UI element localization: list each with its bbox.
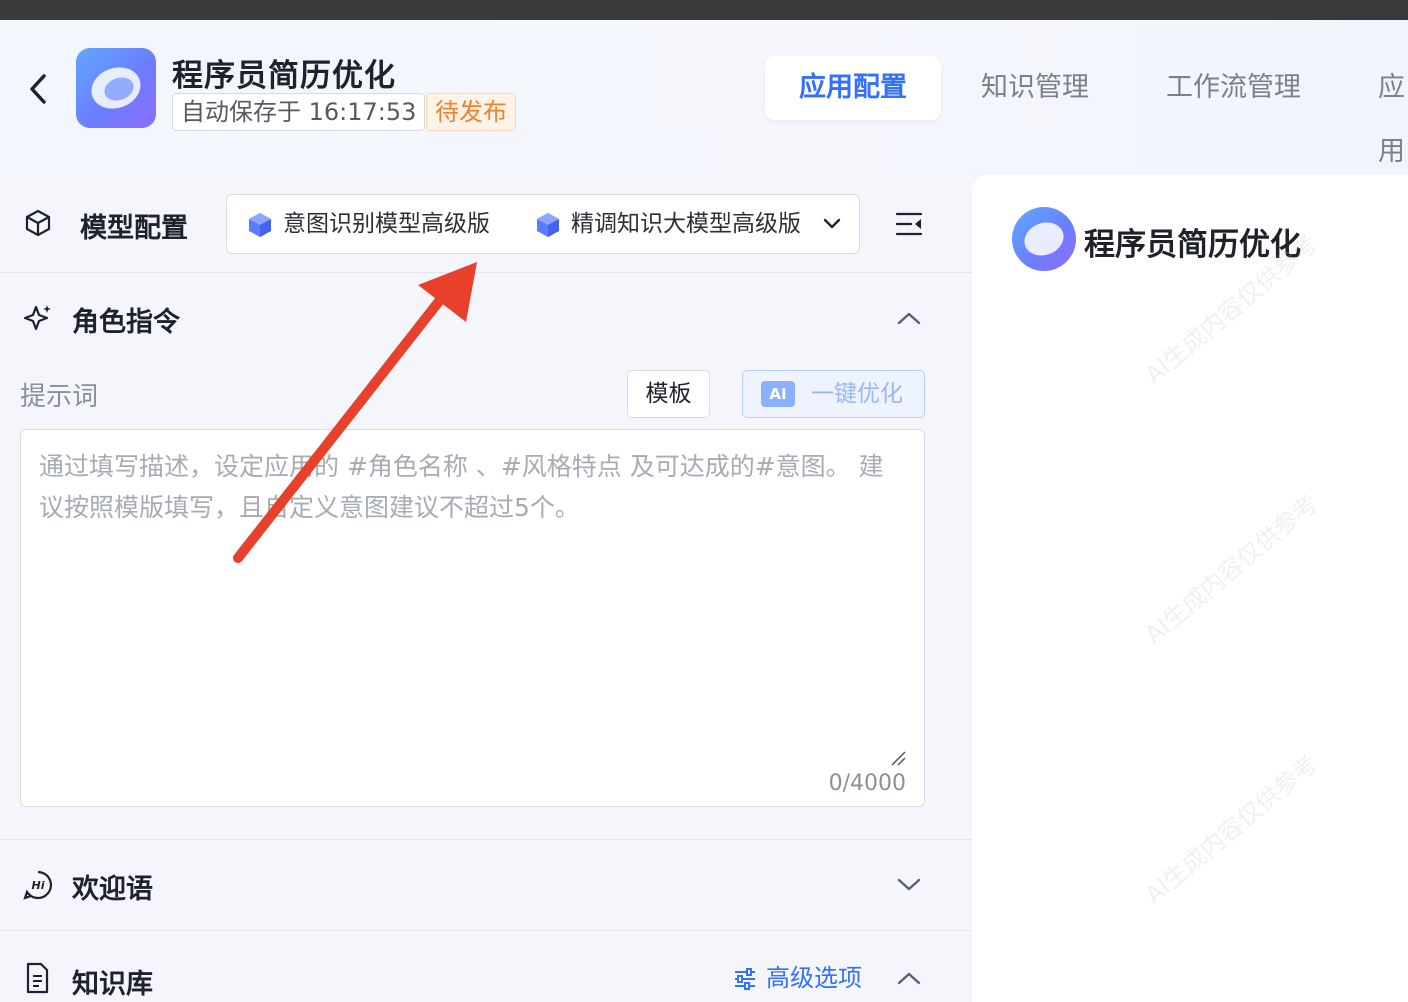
preview-panel: 程序员简历优化 AI生成内容仅供参考 AI生成内容仅供参考 AI生成内容仅供参考 <box>972 175 1408 1002</box>
app-title: 程序员简历优化 <box>172 58 396 94</box>
config-panel: 模型配置 意图识别模型高级版 精调知识大模型高级版 角色指令 提示词 模板 AI… <box>0 170 972 1002</box>
chevron-up-icon[interactable] <box>896 970 922 986</box>
prompt-textarea[interactable]: 通过填写描述，设定应用的 #角色名称 、#风格特点 及可达成的#意图。 建议按照… <box>20 429 925 807</box>
document-icon <box>26 962 49 994</box>
chevron-up-icon[interactable] <box>896 310 922 326</box>
welcome-title: 欢迎语 <box>72 874 153 905</box>
prompt-label: 提示词 <box>20 382 99 412</box>
ai-optimize-button[interactable]: AI 一键优化 <box>742 370 925 418</box>
knowledge-section: 知识库 高级选项 <box>0 932 972 1002</box>
collapse-panel-icon[interactable] <box>894 210 924 238</box>
chevron-down-icon <box>823 218 841 229</box>
model-config-row: 模型配置 意图识别模型高级版 精调知识大模型高级版 <box>0 170 972 273</box>
back-arrow-icon[interactable] <box>24 72 54 106</box>
cube-outline-icon <box>25 209 51 237</box>
sparkle-icon <box>23 305 51 331</box>
os-title-bar <box>0 0 1408 20</box>
app-logo-icon <box>76 48 156 128</box>
prompt-char-counter: 0/4000 <box>828 771 906 796</box>
model-cube-icon <box>249 213 271 237</box>
autosave-status: 自动保存于 16:17:53 <box>172 93 426 131</box>
watermark: AI生成内容仅供参考 <box>1139 489 1323 650</box>
role-instruction-title: 角色指令 <box>72 307 180 338</box>
tab-app-config[interactable]: 应用配置 <box>765 56 941 120</box>
prompt-placeholder: 通过填写描述，设定应用的 #角色名称 、#风格特点 及可达成的#意图。 建议按照… <box>39 452 884 522</box>
resize-handle-icon[interactable] <box>890 750 906 766</box>
model-config-title: 模型配置 <box>80 213 188 244</box>
model-chip-intent: 意图识别模型高级版 <box>283 211 490 237</box>
svg-text:Hi: Hi <box>32 879 45 892</box>
tab-workflow-management[interactable]: 工作流管理 <box>1166 56 1301 120</box>
model-select-dropdown[interactable]: 意图识别模型高级版 精调知识大模型高级版 <box>226 194 860 254</box>
sliders-icon <box>735 968 755 990</box>
hi-bubble-icon: Hi <box>23 870 53 900</box>
publish-status-badge: 待发布 <box>426 93 516 131</box>
template-button[interactable]: 模板 <box>627 370 710 418</box>
advanced-options-label: 高级选项 <box>766 964 862 992</box>
tab-knowledge-management[interactable]: 知识管理 <box>981 56 1089 120</box>
ai-optimize-label: 一键优化 <box>811 381 903 407</box>
chevron-down-icon[interactable] <box>896 877 922 893</box>
model-cube-icon <box>537 213 559 237</box>
welcome-section[interactable]: Hi 欢迎语 <box>0 841 972 931</box>
role-instruction-section: 角色指令 提示词 模板 AI 一键优化 通过填写描述，设定应用的 #角色名称 、… <box>0 274 972 840</box>
app-header: 程序员简历优化 自动保存于 16:17:53 待发布 应用配置 知识管理 工作流… <box>0 20 1408 170</box>
model-chip-finetuned: 精调知识大模型高级版 <box>571 211 801 237</box>
tab-app-more[interactable]: 应用 <box>1378 56 1408 167</box>
knowledge-title: 知识库 <box>72 969 153 1000</box>
watermark: AI生成内容仅供参考 <box>1139 749 1323 910</box>
ai-badge-icon: AI <box>761 381 795 407</box>
preview-app-logo-icon <box>1012 207 1076 271</box>
